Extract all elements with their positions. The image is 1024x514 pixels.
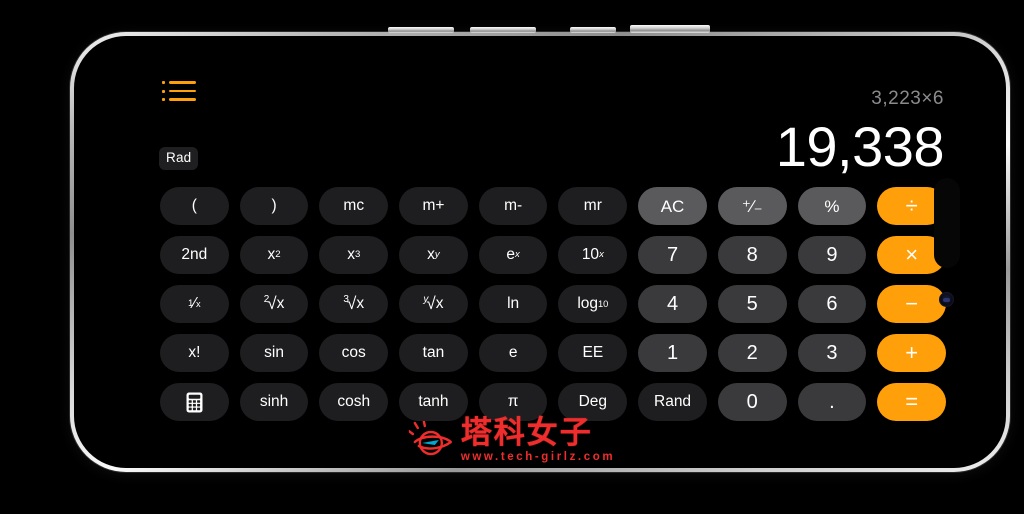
screenshot-root: Rad 3,223×6 19,338 () mc m+ m-mr AC ⁺∕₋% ÷ 2nd x… [0,0,1024,514]
key-square[interactable]: x2 [239,236,309,274]
key-natural-log[interactable]: ln [478,285,548,323]
menu-dot [162,89,165,93]
iphone-device-frame: Rad 3,223×6 19,338 () mc m+ m-mr AC ⁺∕₋% ÷ 2nd x… [70,25,1010,472]
key-6[interactable]: 6 [797,285,867,323]
key-pi[interactable]: π [478,383,548,421]
key-exp-ten[interactable]: 10 x [558,236,628,274]
list-menu-icon[interactable] [162,78,196,104]
volume-down-button[interactable] [470,27,536,33]
key-memory-clear[interactable]: mc [319,187,389,225]
key-cube-root[interactable]: 3 √ x [319,285,389,323]
calculator-keypad: () mc m+ m-mr AC ⁺∕₋% ÷ 2nd x 2 x 3 x y e x 10 x 7 8 9 × 1 ⁄ x 2 √… [160,187,946,421]
key-exp-e[interactable]: ex [478,236,548,274]
key-memory-recall[interactable]: mr [558,187,628,225]
key-sin[interactable]: sin [239,334,309,372]
key-decimal-point[interactable]: . [797,383,867,421]
key-power-y[interactable]: xy [399,236,468,274]
key-open-paren[interactable]: ( [160,187,229,225]
key-2[interactable]: 2 [717,334,787,372]
calculator-icon [186,392,203,412]
key-tan[interactable]: tan [399,334,468,372]
key-0[interactable]: 0 [717,383,787,421]
menu-dot [162,81,165,84]
key-close-paren[interactable]: ) [239,187,309,225]
key-random[interactable]: Rand [638,383,707,421]
key-equals[interactable]: = [877,383,946,421]
key-memory-subtract[interactable]: m- [478,187,548,225]
key-euler-number[interactable]: e [478,334,548,372]
result-text: 19,338 [775,114,945,178]
key-degrees[interactable]: Deg [558,383,628,421]
key-square-root[interactable]: 2 √ x [239,285,309,323]
key-3[interactable]: 3 [797,334,867,372]
action-button[interactable] [570,27,616,33]
menu-bar [169,89,196,93]
key-nth-root[interactable]: y √ x [399,285,468,323]
volume-up-button[interactable] [388,27,454,33]
key-7[interactable]: 7 [638,236,707,274]
key-cube[interactable]: x3 [319,236,389,274]
menu-dot [162,98,165,101]
key-5[interactable]: 5 [717,285,787,323]
key-8[interactable]: 8 [717,236,787,274]
power-button[interactable] [630,25,710,33]
key-add[interactable]: + [877,334,946,372]
key-subtract[interactable]: − [877,285,946,323]
key-calculator-icon[interactable] [160,383,229,421]
key-cosh[interactable]: cosh [319,383,389,421]
key-sign-toggle[interactable]: ⁺∕₋ [717,187,787,225]
key-memory-add[interactable]: m+ [399,187,468,225]
key-percent[interactable]: % [797,187,867,225]
menu-line [162,81,196,84]
key-reciprocal[interactable]: 1 ⁄ x [160,285,229,323]
key-4[interactable]: 4 [638,285,707,323]
key-9[interactable]: 9 [797,236,867,274]
key-sinh[interactable]: sinh [239,383,309,421]
calculator-app: Rad 3,223×6 19,338 () mc m+ m-mr AC ⁺∕₋% ÷ 2nd x… [74,36,1006,468]
front-camera-icon [939,292,954,307]
phone-screen: Rad 3,223×6 19,338 () mc m+ m-mr AC ⁺∕₋% ÷ 2nd x… [74,36,1006,468]
dynamic-island [934,178,960,268]
key-1[interactable]: 1 [638,334,707,372]
expression-text: 3,223×6 [871,88,944,109]
key-cos[interactable]: cos [319,334,389,372]
menu-line [162,98,196,101]
key-all-clear[interactable]: AC [638,187,707,225]
menu-bar [169,98,196,101]
key-log-base-10[interactable]: log 10 [558,285,628,323]
calculator-display: 3,223×6 19,338 [304,88,945,181]
menu-line [162,89,196,93]
menu-bar [169,81,196,84]
key-second-function[interactable]: 2nd [160,236,229,274]
angle-unit-badge: Rad [159,147,199,170]
key-exponent-entry[interactable]: EE [558,334,628,372]
key-tanh[interactable]: tanh [399,383,468,421]
key-factorial[interactable]: x! [160,334,229,372]
